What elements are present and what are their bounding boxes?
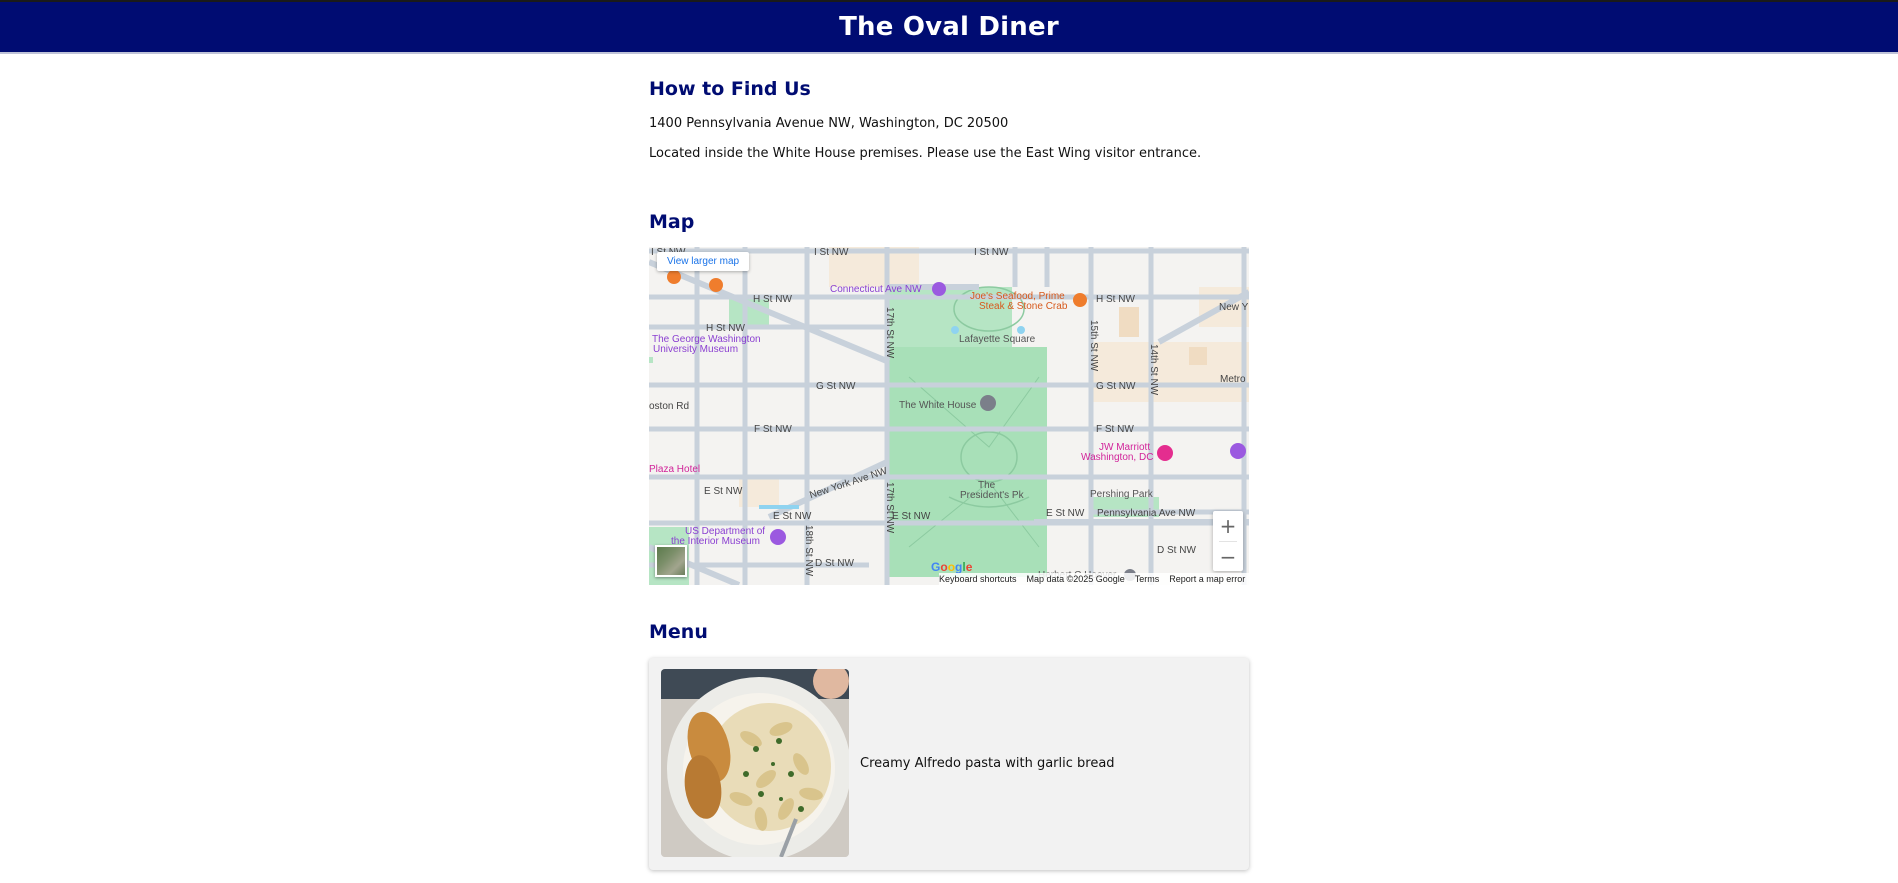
map-label-jw-2: Washington, DC (1081, 452, 1154, 463)
zoom-controls: + − (1213, 511, 1243, 571)
map-label-15th-st: 15th St NW (1088, 320, 1099, 372)
map-label-g-st-right: G St NW (1096, 381, 1136, 392)
find-us-heading: How to Find Us (649, 78, 811, 100)
map-footer: Keyboard shortcuts Map data ©2025 Google… (939, 573, 1249, 585)
site-header: The Oval Diner (0, 0, 1898, 54)
zoom-out-button[interactable]: − (1213, 542, 1243, 572)
map-label-joes-2: Steak & Stone Crab (979, 301, 1068, 312)
address-text: 1400 Pennsylvania Avenue NW, Washington,… (649, 116, 1009, 131)
map-label-14th-st: 14th St NW (1148, 344, 1159, 396)
pasta-dish-image (661, 669, 849, 857)
map-label-d-st: D St NW (815, 558, 854, 569)
map-label-penn-ave: Pennsylvania Ave NW (1097, 508, 1196, 519)
map-label-pershing: Pershing Park (1090, 489, 1153, 500)
menu-heading: Menu (649, 621, 708, 643)
map-label-i-st-right: I St NW (974, 247, 1009, 258)
menu-item-card: Creamy Alfredo pasta with garlic bread (649, 658, 1249, 870)
report-map-error-link[interactable]: Report a map error (1169, 574, 1245, 584)
map-data-attribution: Map data ©2025 Google (1026, 574, 1125, 584)
map-label-h-st-2: H St NW (706, 323, 745, 334)
directions-note: Located inside the White House premises.… (649, 146, 1202, 161)
menu-item-description: Creamy Alfredo pasta with garlic bread (860, 756, 1115, 771)
map-label-e-st-3: E St NW (892, 511, 931, 522)
view-larger-map-link[interactable]: View larger map (657, 252, 750, 271)
map-label-lafayette: Lafayette Square (959, 334, 1036, 345)
map-label-boston-rd: oston Rd (649, 401, 690, 412)
keyboard-shortcuts-link[interactable]: Keyboard shortcuts (939, 574, 1017, 584)
map-heading: Map (649, 211, 695, 233)
map-label-plaza-hotel: Plaza Hotel (649, 464, 701, 475)
map-label-e-st-4: E St NW (1046, 508, 1085, 519)
map-label-17th-st: 17th St NW (884, 307, 895, 359)
map-label-gwu-2: University Museum (653, 344, 739, 355)
map-label-e-st-2: E St NW (773, 511, 812, 522)
map-label-f-st-right: F St NW (1096, 424, 1134, 435)
map-label-i-st-mid: I St NW (814, 247, 849, 258)
menu-item-image (661, 669, 849, 857)
map-label-new-y: New Y (1219, 302, 1249, 313)
map-label-17th-st-2: 17th St NW (884, 482, 895, 534)
map-label-h-st-right: H St NW (1096, 294, 1135, 305)
map-label-d-st-right: D St NW (1157, 545, 1196, 556)
map-label-metro: Metro (1220, 374, 1246, 385)
map-label-g-st: G St NW (816, 381, 856, 392)
map-label-presidents-2: President's Pk (960, 490, 1024, 501)
map-label-e-st: E St NW (704, 486, 743, 497)
google-logo: Google (931, 560, 973, 574)
zoom-in-button[interactable]: + (1213, 511, 1243, 541)
map-label-f-st: F St NW (754, 424, 792, 435)
embedded-map[interactable]: I St NW I St NW I St NW H St NW H St NW … (649, 247, 1249, 585)
satellite-layer-toggle[interactable] (655, 545, 687, 577)
map-label-connecticut: Connecticut Ave NW (830, 284, 922, 295)
map-label-white-house: The White House (899, 400, 977, 411)
map-label-18th-st: 18th St NW (803, 525, 814, 577)
site-title: The Oval Diner (839, 12, 1059, 42)
map-label-h-st: H St NW (753, 294, 792, 305)
terms-link[interactable]: Terms (1135, 574, 1160, 584)
